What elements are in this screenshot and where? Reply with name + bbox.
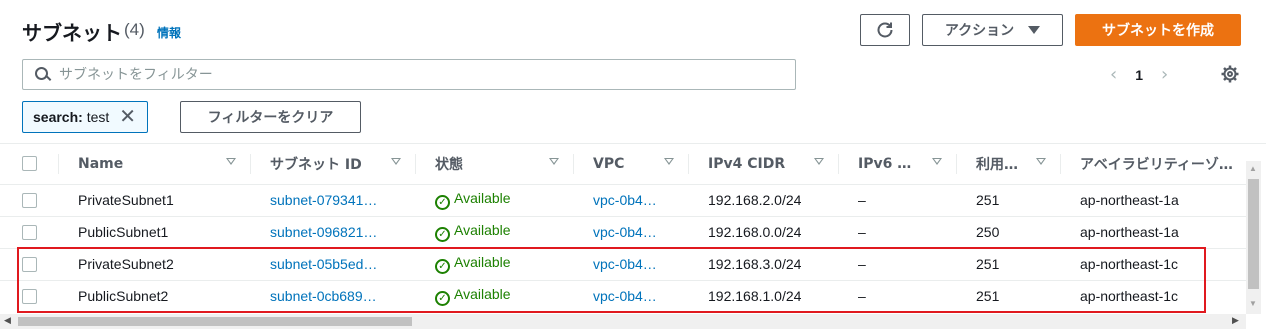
vertical-scroll-thumb[interactable] [1248, 179, 1259, 289]
cell-available-ips: 251 [956, 183, 1060, 216]
info-link[interactable]: 情報 [157, 24, 181, 41]
filter-token: search: test ✕ [22, 101, 148, 133]
cell-ipv6: – [838, 215, 956, 248]
column-header-ipv6[interactable]: IPv6 … [838, 144, 956, 184]
pagination: ‹ 1 › [1110, 64, 1168, 85]
filter-token-key: search: [33, 109, 83, 125]
table-header-row: Name サブネット ID 状態 VPC IPv4 CIDR IPv6 … 利用… [0, 144, 1246, 184]
sort-icon [226, 158, 236, 165]
refresh-button[interactable] [860, 14, 910, 46]
actions-dropdown-button[interactable]: アクション [922, 14, 1063, 46]
table-row[interactable]: PrivateSubnet1 subnet-079341… ✓ Available… [0, 183, 1246, 216]
cell-ipv4-cidr: 192.168.1.0/24 [688, 279, 838, 312]
search-icon [35, 66, 51, 83]
table-row[interactable]: PrivateSubnet2 subnet-05b5ed… ✓ Available… [0, 247, 1246, 280]
column-header-name[interactable]: Name [58, 144, 250, 184]
table-row[interactable]: PublicSubnet1 subnet-096821… ✓ Available … [0, 215, 1246, 248]
vpc-link[interactable]: vpc-0b4… [573, 183, 688, 216]
cell-name: PrivateSubnet2 [58, 247, 250, 280]
vpc-link[interactable]: vpc-0b4… [573, 247, 688, 280]
chevron-left-icon[interactable]: ‹ [1110, 64, 1117, 85]
scroll-up-icon[interactable]: ▲ [1249, 164, 1257, 173]
scroll-left-icon[interactable]: ◀ [4, 315, 11, 326]
status-cell: ✓ Available [415, 215, 573, 248]
vpc-link[interactable]: vpc-0b4… [573, 279, 688, 312]
cell-name: PublicSubnet1 [58, 215, 250, 248]
cell-availability-zone: ap-northeast-1a [1060, 183, 1246, 216]
column-header-subnet-id[interactable]: サブネット ID [250, 144, 415, 184]
subnet-id-link[interactable]: subnet-096821… [250, 215, 415, 248]
cell-ipv6: – [838, 183, 956, 216]
row-checkbox[interactable] [22, 256, 37, 272]
caret-down-icon [1028, 26, 1041, 34]
cell-available-ips: 251 [956, 279, 1060, 312]
filter-token-value: test [86, 109, 110, 125]
search-bar [22, 59, 796, 90]
vpc-link[interactable]: vpc-0b4… [573, 215, 688, 248]
column-header-availability-zone[interactable]: アベイラビリティーゾ… [1060, 144, 1246, 184]
column-header-available-ips[interactable]: 利用… [956, 144, 1060, 184]
subnet-id-link[interactable]: subnet-0cb689… [250, 279, 415, 312]
column-header-state[interactable]: 状態 [415, 144, 573, 184]
create-subnet-button[interactable]: サブネットを作成 [1075, 14, 1241, 46]
search-input[interactable] [59, 66, 759, 83]
subnet-id-link[interactable]: subnet-05b5ed… [250, 247, 415, 280]
gear-icon[interactable] [1221, 65, 1239, 83]
subnet-count: (4) [124, 20, 145, 39]
check-circle-icon: ✓ [435, 195, 450, 210]
column-header-ipv4-cidr[interactable]: IPv4 CIDR [688, 144, 838, 184]
check-circle-icon: ✓ [435, 291, 450, 307]
cell-name: PrivateSubnet1 [58, 183, 250, 216]
cell-available-ips: 251 [956, 247, 1060, 280]
chevron-right-icon[interactable]: › [1161, 64, 1168, 85]
status-cell: ✓ Available [415, 279, 573, 312]
cell-ipv6: – [838, 279, 956, 312]
column-header-vpc[interactable]: VPC [573, 144, 688, 184]
scroll-down-icon[interactable]: ▼ [1249, 299, 1257, 308]
row-checkbox[interactable] [22, 224, 37, 240]
row-checkbox[interactable] [22, 192, 37, 208]
cell-availability-zone: ap-northeast-1c [1060, 279, 1246, 312]
cell-availability-zone: ap-northeast-1c [1060, 247, 1246, 280]
cell-availability-zone: ap-northeast-1a [1060, 215, 1246, 248]
sort-icon [814, 158, 824, 165]
cell-ipv6: – [838, 247, 956, 280]
sort-icon [664, 158, 674, 165]
clear-filters-button[interactable]: フィルターをクリア [180, 101, 361, 133]
status-cell: ✓ Available [415, 183, 573, 216]
check-circle-icon: ✓ [435, 259, 450, 274]
close-icon[interactable]: ✕ [119, 107, 136, 127]
horizontal-scroll-thumb[interactable] [18, 317, 412, 326]
scroll-right-icon[interactable]: ▶ [1232, 315, 1239, 326]
cell-ipv4-cidr: 192.168.3.0/24 [688, 247, 838, 280]
refresh-icon [877, 22, 893, 38]
row-checkbox[interactable] [22, 288, 37, 304]
panel-title: サブネット [22, 21, 122, 45]
subnets-table: Name サブネット ID 状態 VPC IPv4 CIDR IPv6 … 利用… [0, 143, 1266, 333]
sort-icon [391, 158, 401, 165]
cell-name: PublicSubnet2 [58, 279, 250, 312]
cell-ipv4-cidr: 192.168.2.0/24 [688, 183, 838, 216]
cell-available-ips: 250 [956, 215, 1060, 248]
status-cell: ✓ Available [415, 247, 573, 280]
sort-icon [1036, 158, 1046, 165]
subnet-id-link[interactable]: subnet-079341… [250, 183, 415, 216]
check-circle-icon: ✓ [435, 227, 450, 242]
vertical-scrollbar[interactable]: ▲ ▼ [1246, 161, 1261, 314]
actions-label: アクション [944, 23, 1015, 39]
page-number[interactable]: 1 [1135, 67, 1143, 83]
horizontal-scrollbar[interactable]: ◀ ▶ [0, 314, 1246, 329]
cell-ipv4-cidr: 192.168.0.0/24 [688, 215, 838, 248]
select-all-checkbox[interactable] [22, 156, 37, 172]
sort-icon [932, 158, 942, 165]
table-row[interactable]: PublicSubnet2 subnet-0cb689… ✓ Available … [0, 279, 1246, 312]
sort-icon [549, 158, 559, 165]
